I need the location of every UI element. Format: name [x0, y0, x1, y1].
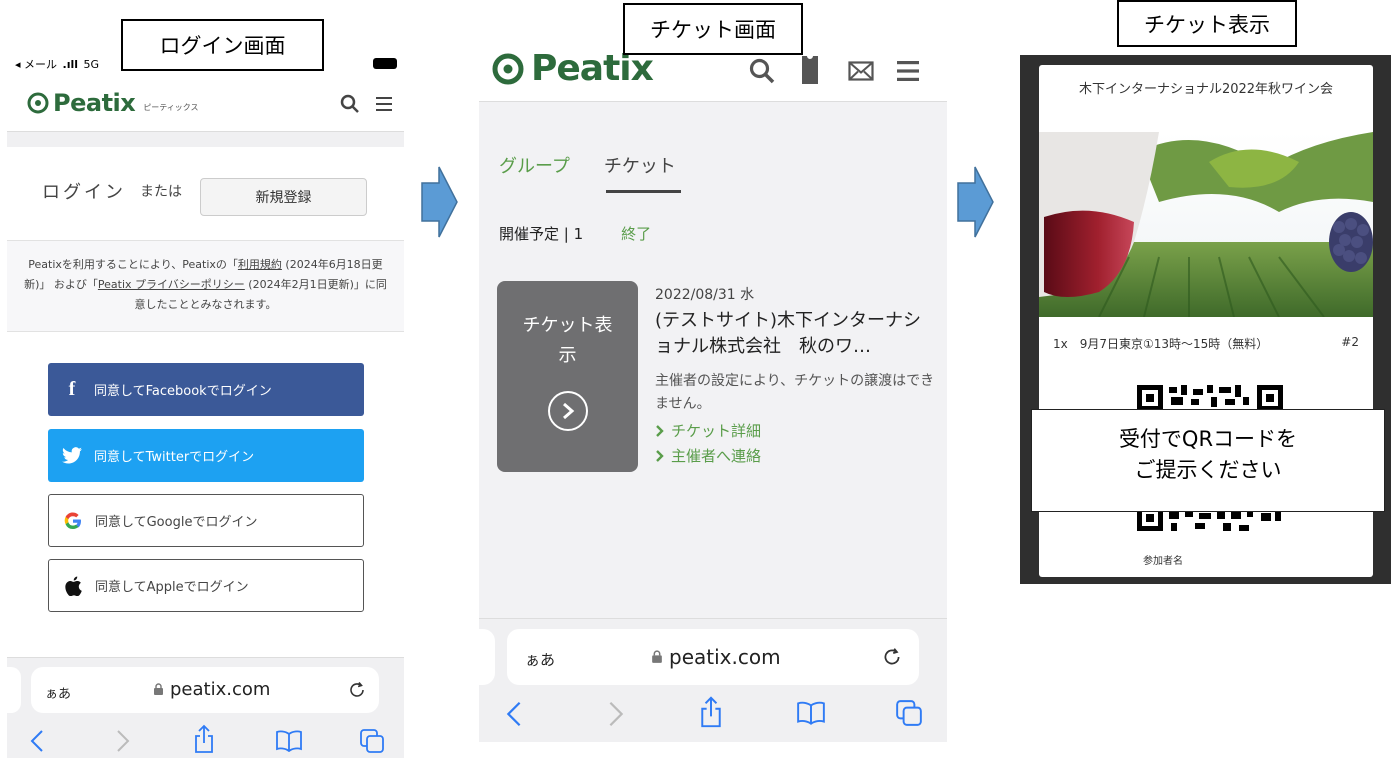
forward-icon[interactable]	[607, 699, 625, 729]
twitter-login-label: 同意してTwitterでログイン	[94, 450, 255, 465]
apple-login-button[interactable]: 同意してAppleでログイン	[48, 559, 364, 612]
text-size-button[interactable]: ぁあ	[45, 683, 71, 702]
facebook-login-label: 同意してFacebookでログイン	[94, 384, 272, 399]
flow-arrow-icon	[421, 166, 458, 238]
share-icon[interactable]	[699, 695, 723, 729]
apple-login-label: 同意してAppleでログイン	[95, 580, 249, 595]
active-tab-indicator	[606, 190, 681, 193]
peatix-logo-icon	[492, 53, 524, 84]
qr-instruction-line-2: ご提示ください	[1134, 458, 1282, 482]
lock-icon	[652, 650, 662, 663]
search-icon[interactable]	[340, 94, 360, 114]
ticket-detail-label: チケット詳細	[671, 422, 762, 440]
forward-icon[interactable]	[115, 728, 131, 754]
ticket-screen-panel: Peatix グループ チケット 開催予定 | 1 終了 チケット表示 2022…	[479, 0, 947, 742]
flow-arrow-icon	[957, 166, 994, 238]
peatix-logo-icon	[27, 92, 49, 114]
safari-bottom-bar: ぁあ peatix.com	[7, 657, 404, 758]
url-text: peatix.com	[170, 679, 271, 700]
search-icon[interactable]	[749, 58, 775, 84]
reload-icon[interactable]	[347, 680, 367, 700]
previous-tab-edge	[7, 667, 21, 713]
event-date: 2022/08/31 水	[655, 287, 755, 303]
facebook-login-button[interactable]: f 同意してFacebookでログイン	[48, 363, 364, 416]
menu-icon[interactable]	[374, 94, 394, 114]
filter-upcoming[interactable]: 開催予定 | 1	[499, 223, 583, 244]
address-bar[interactable]: ぁあ peatix.com	[507, 629, 919, 685]
transfer-note: 主催者の設定により、チケットの譲渡はできません。	[655, 373, 935, 412]
header-divider	[7, 131, 404, 147]
tab-ticket[interactable]: チケット	[604, 152, 676, 178]
login-label: ログイン	[42, 182, 126, 203]
safari-bottom-bar: ぁあ peatix.com	[479, 618, 947, 742]
url-text: peatix.com	[669, 645, 781, 669]
signal-icon: .ıll	[62, 58, 79, 71]
contact-organizer-link[interactable]: 主催者へ連絡	[655, 445, 935, 466]
chevron-right-icon	[656, 424, 664, 437]
back-icon[interactable]	[505, 699, 523, 729]
tabs-icon[interactable]	[359, 728, 385, 754]
google-login-button[interactable]: 同意してGoogleでログイン	[48, 494, 364, 547]
contact-organizer-label: 主催者へ連絡	[671, 447, 762, 465]
tabs-icon[interactable]	[895, 699, 923, 727]
show-ticket-label: チケット表示	[522, 315, 613, 366]
filter-ended[interactable]: 終了	[621, 223, 651, 244]
terms-notice: Peatixを利用することにより、Peatixの「利用規約 (2024年6月18…	[7, 240, 404, 332]
terms-text-1: Peatixを利用することにより、Peatixの「	[28, 258, 238, 271]
chevron-right-circle-icon	[547, 391, 588, 431]
lock-icon	[154, 683, 163, 695]
battery-icon	[373, 58, 397, 69]
event-title: 木下インターナショナル2022年秋ワイン会	[1078, 82, 1334, 97]
text-size-button[interactable]: ぁあ	[525, 649, 555, 670]
ticket-display-label: チケット表示	[1117, 0, 1297, 47]
chevron-right-icon	[656, 449, 664, 462]
bookmarks-icon[interactable]	[796, 701, 826, 725]
twitter-login-button[interactable]: 同意してTwitterでログイン	[48, 429, 364, 482]
event-title[interactable]: (テストサイト)木下インターナショナル株式会社 秋のワ…	[655, 308, 935, 360]
menu-icon[interactable]	[896, 59, 920, 83]
show-ticket-button[interactable]: チケット表示	[497, 281, 638, 472]
ticket-detail-link[interactable]: チケット詳細	[655, 420, 935, 441]
ticket-icon[interactable]	[801, 55, 819, 85]
ticket-number: #2	[1341, 335, 1359, 349]
login-screen-label: ログイン画面	[121, 19, 324, 71]
back-icon[interactable]	[29, 728, 45, 754]
qr-instruction-line-1: 受付でQRコードを	[1118, 427, 1298, 451]
facebook-icon: f	[68, 378, 76, 400]
google-login-label: 同意してGoogleでログイン	[95, 515, 258, 530]
reload-icon[interactable]	[881, 646, 903, 668]
event-info: 2022/08/31 水 (テストサイト)木下インターナショナル株式会社 秋のワ…	[655, 284, 935, 466]
login-screen-panel: ◂ メール .ıll 5G Peatix ピーティックス ログイン または 新規…	[7, 0, 404, 758]
ticket-line: 1x 9月7日東京①13時～15時（無料） #2	[1053, 335, 1359, 352]
ticket-type: 1x 9月7日東京①13時～15時（無料）	[1053, 337, 1269, 351]
attendee-label: 参加者名	[1143, 556, 1183, 567]
previous-tab-edge	[479, 629, 495, 685]
mail-icon[interactable]	[848, 61, 874, 81]
apple-icon	[63, 576, 83, 596]
status-network: 5G	[83, 58, 100, 71]
google-icon	[63, 511, 83, 531]
wine-vineyard-image	[1039, 132, 1373, 317]
logo-text: Peatix	[53, 89, 136, 117]
peatix-logo[interactable]: Peatix ピーティックス	[27, 89, 199, 117]
bookmarks-icon[interactable]	[275, 730, 303, 752]
twitter-bird-icon	[62, 446, 82, 466]
share-icon[interactable]	[193, 724, 215, 754]
status-bar: ◂ メール .ıll 5G	[15, 56, 99, 72]
privacy-policy-link[interactable]: Peatix プライバシーポリシー	[98, 278, 245, 291]
ticket-screen-label: チケット画面	[623, 3, 803, 55]
or-label: または	[140, 184, 182, 200]
qr-instruction-callout: 受付でQRコードを ご提示ください	[1031, 409, 1385, 512]
terms-link[interactable]: 利用規約	[238, 258, 282, 271]
address-bar[interactable]: ぁあ peatix.com	[31, 667, 379, 713]
tab-group[interactable]: グループ	[499, 152, 570, 178]
logo-subtitle: ピーティックス	[143, 102, 199, 112]
register-button[interactable]: 新規登録	[200, 178, 367, 216]
status-carrier: ◂ メール	[15, 58, 58, 71]
